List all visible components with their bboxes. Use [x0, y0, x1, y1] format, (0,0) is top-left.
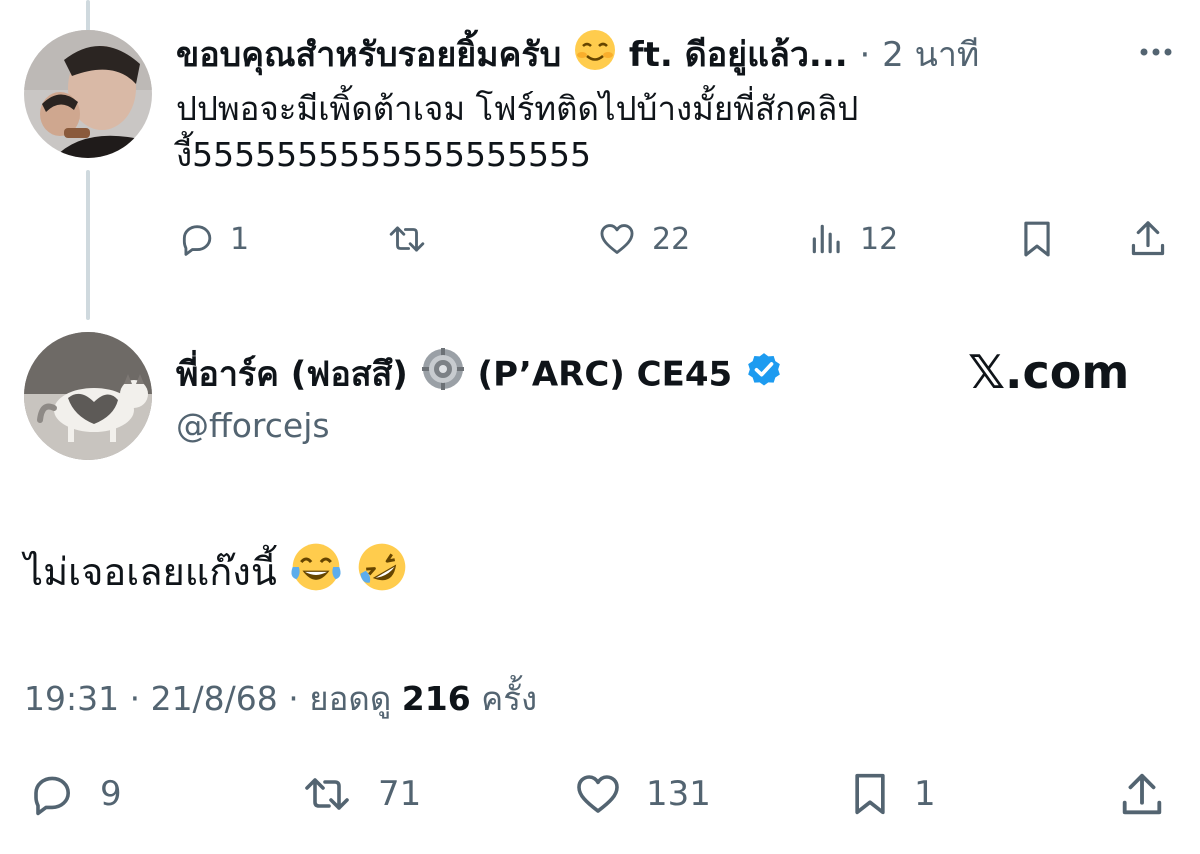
- reply-count: 1: [230, 221, 250, 257]
- thread-line: [86, 0, 90, 32]
- main-handle[interactable]: @fforcejs: [176, 404, 330, 448]
- bookmark-button[interactable]: [1018, 218, 1056, 260]
- repost-icon: [389, 226, 425, 252]
- bookmark-count: 1: [914, 774, 936, 814]
- reply-text: ปปพอจะมีเพิ้ดต้าเจม โฟร์ทติดไปบ้างมั้ยพี…: [176, 86, 858, 178]
- view-unit: ครั้ง: [481, 679, 538, 718]
- thread-line: [86, 170, 90, 320]
- repost-icon: [305, 778, 349, 810]
- main-tweet-text: ไม่เจอเลยแก๊งนี้: [24, 540, 409, 609]
- more-icon[interactable]: [1138, 40, 1174, 64]
- reply-text-line2: งี้5555555555555555555: [176, 135, 592, 174]
- share-button[interactable]: [1118, 770, 1166, 820]
- views-count: 12: [860, 221, 899, 257]
- tears-of-joy-emoji: [289, 540, 343, 609]
- main-display-name-suffix[interactable]: (P’ARC) CE45: [478, 355, 733, 395]
- comment-icon: [34, 776, 70, 816]
- views-icon: [812, 224, 840, 254]
- avatar-photo: [24, 30, 152, 158]
- separator: ·: [859, 35, 871, 75]
- reply-count: 9: [100, 774, 122, 814]
- smiling-face-emoji: [573, 28, 617, 85]
- heart-icon: [600, 224, 634, 254]
- share-button[interactable]: [1128, 218, 1168, 260]
- reply-header: ขอบคุณสำหรับรอยยิ้มครับ ft. ดีอยู่แล้ว..…: [176, 28, 979, 76]
- comment-icon: [182, 225, 212, 256]
- watermark: 𝕏.com: [968, 345, 1130, 399]
- avatar-photo: [24, 332, 152, 460]
- views-button[interactable]: 12: [808, 218, 898, 260]
- avatar[interactable]: [24, 332, 152, 460]
- share-icon: [1122, 773, 1162, 815]
- reply-button[interactable]: 1: [178, 218, 249, 260]
- like-count: 131: [646, 774, 711, 814]
- rolling-on-floor-laughing-emoji: [355, 540, 409, 609]
- verified-badge-icon[interactable]: [744, 349, 784, 403]
- main-header: พี่อาร์ค (ฟอสสึ) (P’ARC) CE45: [176, 346, 784, 396]
- gear-icon: [420, 346, 466, 406]
- repost-count: 71: [378, 774, 422, 814]
- like-count: 22: [652, 221, 691, 257]
- view-count: 216: [401, 679, 471, 718]
- bookmark-icon: [1024, 221, 1050, 257]
- repost-button[interactable]: 71: [298, 770, 421, 818]
- reply-display-name[interactable]: ขอบคุณสำหรับรอยยิ้มครับ: [176, 35, 561, 75]
- reply-button[interactable]: 9: [26, 770, 122, 818]
- bookmark-button[interactable]: 1: [848, 770, 936, 818]
- bookmark-icon: [855, 773, 885, 815]
- tweet-meta: 19:31 · 21/8/68 · ยอดดู 216 ครั้ง: [24, 676, 537, 722]
- timestamp[interactable]: 19:31 · 21/8/68 · ยอดดู: [24, 679, 391, 718]
- time-ago[interactable]: 2 นาที: [882, 35, 979, 75]
- main-display-name[interactable]: พี่อาร์ค (ฟอสสึ): [176, 355, 408, 395]
- share-icon: [1131, 221, 1165, 256]
- avatar[interactable]: [24, 30, 152, 158]
- main-text: ไม่เจอเลยแก๊งนี้: [24, 550, 277, 594]
- like-button[interactable]: 131: [572, 770, 711, 818]
- repost-button[interactable]: [384, 218, 444, 260]
- heart-icon: [577, 775, 619, 813]
- reply-text-line1: ปปพอจะมีเพิ้ดต้าเจม โฟร์ทติดไปบ้างมั้ยพี…: [176, 89, 859, 128]
- reply-name-suffix: ft. ดีอยู่แล้ว...: [628, 35, 848, 75]
- like-button[interactable]: 22: [596, 218, 690, 260]
